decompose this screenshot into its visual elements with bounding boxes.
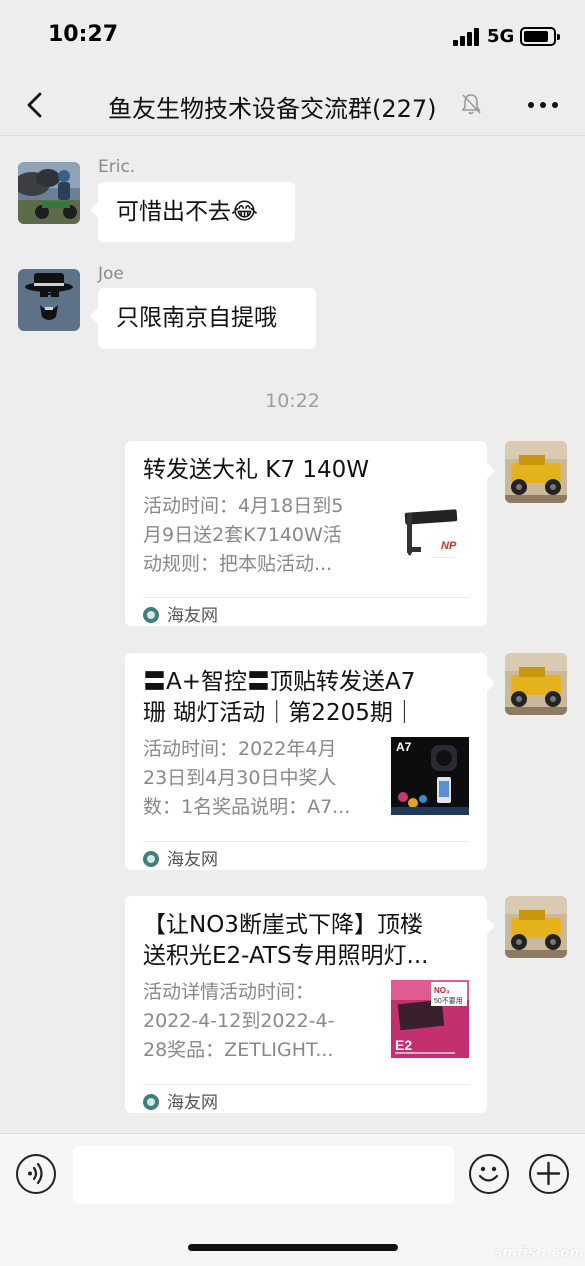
source-logo-icon bbox=[143, 1094, 159, 1110]
card-source: 海友网 bbox=[143, 601, 218, 626]
back-arrow-icon[interactable] bbox=[22, 90, 52, 120]
chat-header: 鱼友生物技术设备交流群(227) bbox=[0, 72, 585, 136]
message-bubble[interactable]: 可惜出不去😂 bbox=[90, 182, 295, 242]
card-thumbnail: NP ~~~~~~~~~~ bbox=[391, 497, 469, 575]
more-options-icon[interactable] bbox=[528, 102, 558, 108]
avatar-self[interactable] bbox=[505, 653, 567, 715]
watermark: smfish.com bbox=[494, 1245, 585, 1261]
voice-input-icon[interactable] bbox=[16, 1154, 56, 1194]
svg-text:NP: NP bbox=[441, 540, 457, 552]
card-description: 活动详情活动时间： 2022-4-12到2022-4- 28奖品：ZETLIGHT.… bbox=[143, 981, 335, 1061]
card-divider bbox=[143, 841, 469, 842]
card-title: 转发送大礼 K7 140W bbox=[143, 457, 369, 483]
svg-text:50不要用: 50不要用 bbox=[434, 997, 463, 1005]
home-indicator[interactable] bbox=[188, 1244, 398, 1251]
card-title: 【让NO3断崖式下降】顶楼 送积光E2-ATS专用照明灯... bbox=[143, 912, 429, 969]
sender-name: Eric. bbox=[98, 157, 136, 177]
sender-name: Joe bbox=[98, 264, 124, 284]
plus-icon[interactable] bbox=[529, 1154, 569, 1194]
card-source: 海友网 bbox=[143, 845, 218, 870]
card-source: 海友网 bbox=[143, 1088, 218, 1113]
card-thumbnail: NO₃ 50不要用 E2 bbox=[391, 980, 469, 1058]
signal-icon bbox=[453, 28, 481, 46]
status-bar: 10:27 5G bbox=[0, 0, 585, 72]
source-logo-icon bbox=[143, 851, 159, 867]
card-divider bbox=[143, 1084, 469, 1085]
shared-link-card[interactable]: 转发送大礼 K7 140W 活动时间：4月18日到5 月9日送2套K7140W活动… bbox=[125, 441, 495, 626]
shared-link-card[interactable]: 【让NO3断崖式下降】顶楼 送积光E2-ATS专用照明灯... 活动详情活动时间：… bbox=[125, 896, 495, 1113]
svg-text:A7: A7 bbox=[396, 740, 412, 754]
card-divider bbox=[143, 597, 469, 598]
card-title: 〓A+智控〓顶贴转发送A7 珊 瑚灯活动｜第2205期｜ bbox=[143, 669, 416, 726]
source-logo-icon bbox=[143, 607, 159, 623]
chat-title: 鱼友生物技术设备交流群(227) bbox=[108, 95, 437, 123]
network-type: 5G bbox=[487, 26, 515, 47]
status-time: 10:27 bbox=[48, 22, 119, 47]
message-input[interactable] bbox=[73, 1146, 454, 1204]
message-bubble[interactable]: 只限南京自提哦 bbox=[90, 288, 316, 349]
avatar-eric[interactable] bbox=[18, 162, 80, 224]
card-thumbnail: A7 bbox=[391, 737, 469, 815]
svg-text:~~~~~~~~~~: ~~~~~~~~~~ bbox=[431, 555, 455, 560]
svg-text:NO₃: NO₃ bbox=[434, 986, 450, 995]
shared-link-card[interactable]: 〓A+智控〓顶贴转发送A7 珊 瑚灯活动｜第2205期｜ 活动时间：2022年4月… bbox=[125, 653, 495, 870]
avatar-joe[interactable] bbox=[18, 269, 80, 331]
emoji-icon[interactable] bbox=[469, 1154, 509, 1194]
message-timestamp: 10:22 bbox=[265, 390, 320, 412]
card-description: 活动时间：4月18日到5 月9日送2套K7140W活 动规则：把本贴活动... bbox=[143, 495, 344, 575]
mute-bell-icon bbox=[461, 94, 481, 115]
battery-icon bbox=[520, 27, 560, 46]
avatar-self[interactable] bbox=[505, 441, 567, 503]
avatar-self[interactable] bbox=[505, 896, 567, 958]
card-description: 活动时间：2022年4月 23日到4月30日中奖人 数：1名奖品说明：A7... bbox=[143, 738, 351, 818]
svg-text:E2: E2 bbox=[395, 1037, 412, 1053]
